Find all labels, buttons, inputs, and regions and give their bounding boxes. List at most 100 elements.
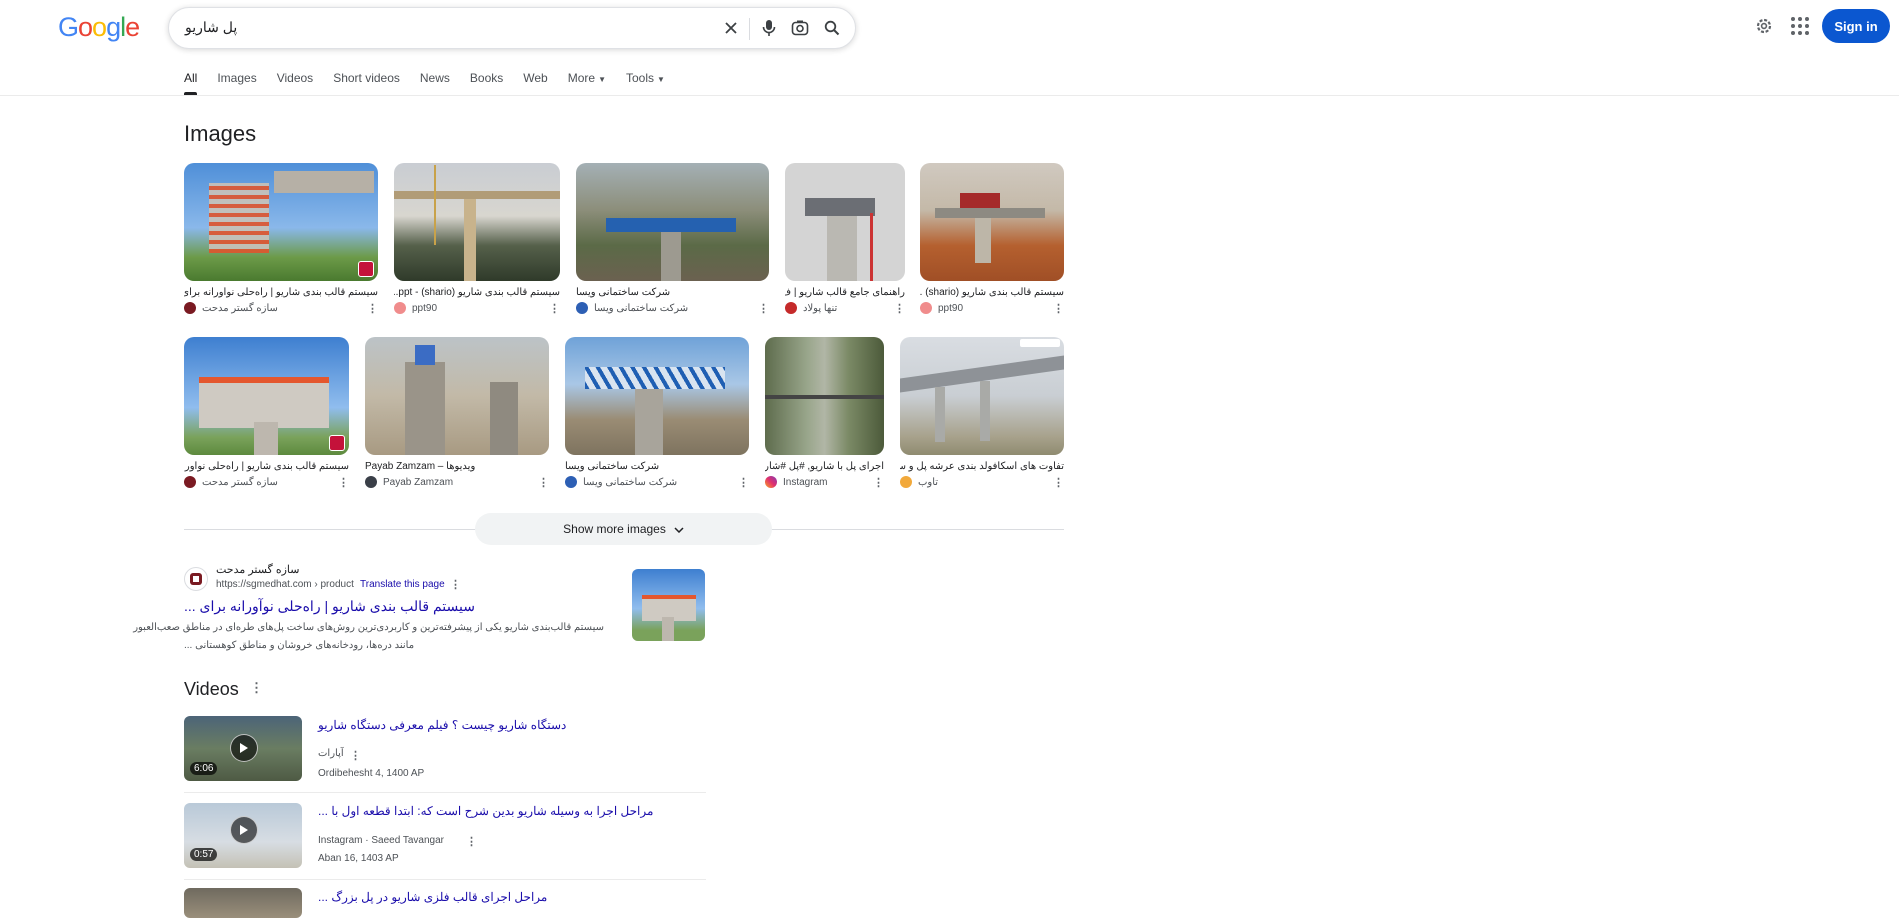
clear-icon[interactable] (719, 16, 743, 40)
result-thumbnail[interactable] (632, 569, 705, 641)
tab-web[interactable]: Web (523, 71, 547, 95)
video-thumbnail[interactable]: 0:57 (184, 803, 302, 868)
image-thumbnail[interactable] (920, 163, 1064, 281)
tab-label: News (419, 71, 450, 85)
logo-letter: e (125, 12, 140, 42)
video-source: Instagram · Saeed Tavangar (318, 835, 445, 846)
more-options-icon[interactable]: ⋮ (738, 476, 749, 489)
image-result[interactable]: سیستم قالب بندی شاریو | راه‌حلی نوآورانه… (184, 337, 349, 489)
more-options-icon[interactable]: ⋮ (367, 302, 378, 315)
tab-more[interactable]: More ▼ (568, 71, 606, 95)
more-options-icon[interactable]: ⋮ (538, 476, 549, 489)
search-tabs: All Images Videos Short videos News Book… (184, 71, 685, 95)
image-result[interactable]: سیستم قالب بندی شاریو (shario) ... ppt90… (920, 163, 1064, 315)
tab-videos[interactable]: Videos (277, 71, 313, 95)
result-url[interactable]: https://sgmedhat.com › product (216, 579, 354, 590)
image-result[interactable]: سیستم قالب بندی شاریو (shario) - ppt... … (394, 163, 560, 315)
tab-books[interactable]: Books (470, 71, 503, 95)
video-title-link[interactable]: مراحل اجرای قالب فلزی شاریو در پل بزرگ .… (318, 890, 547, 904)
more-options-icon[interactable]: ⋮ (1053, 476, 1064, 489)
image-result[interactable]: ویدیوها – Payab Zamzam Payab Zamzam ⋮ (365, 337, 549, 489)
image-thumbnail[interactable] (765, 337, 884, 455)
more-options-icon[interactable]: ⋮ (1053, 302, 1064, 315)
chevron-down-icon: ▼ (598, 75, 606, 84)
tab-all[interactable]: All (184, 71, 198, 95)
tab-short-videos[interactable]: Short videos (333, 71, 400, 95)
image-source: ppt90 ⋮ (920, 302, 1064, 315)
video-thumbnail[interactable]: 6:06 (184, 716, 302, 781)
logo-letter: o (92, 12, 107, 42)
source-badge-icon (329, 435, 345, 451)
image-title: ویدیوها – Payab Zamzam (365, 461, 476, 472)
search-box[interactable]: پل شاریو (168, 7, 856, 49)
source-name: شرکت ساختمانی ویسا (583, 476, 678, 488)
camera-lens-icon[interactable] (788, 16, 812, 40)
image-title: تفاوت های اسکافولد بندی عرشه پل و سیستم.… (900, 461, 1064, 472)
source-name: تاوب (918, 476, 939, 488)
result-snippet: مانند دره‌ها، رودخانه‌های خروشان و مناطق… (184, 640, 415, 651)
more-options-icon[interactable]: ⋮ (758, 302, 769, 315)
image-thumbnail[interactable] (900, 337, 1064, 455)
more-options-icon[interactable]: ⋮ (350, 749, 361, 762)
image-result[interactable]: سیستم قالب بندی شاریو | راه‌حلی نوآورانه… (184, 163, 378, 315)
image-thumbnail[interactable] (394, 163, 560, 281)
video-duration: 0:57 (190, 848, 218, 861)
more-options-icon[interactable]: ⋮ (549, 302, 560, 315)
more-options-icon[interactable]: ⋮ (338, 476, 349, 489)
result-snippet: سیستم قالب‌بندی شاریو یکی از پیشرفته‌تری… (133, 622, 604, 633)
image-title: سیستم قالب بندی شاریو (shario) - ppt... (394, 287, 560, 298)
image-thumbnail[interactable] (184, 163, 378, 281)
video-duration: 6:06 (190, 762, 218, 775)
image-result[interactable]: راهنمای جامع قالب شاریو | ف... تنها پولا… (785, 163, 905, 315)
image-source: ppt90 ⋮ (394, 302, 560, 315)
image-source: Payab Zamzam ⋮ (365, 476, 549, 489)
video-thumbnail[interactable] (184, 888, 302, 918)
more-options-icon[interactable]: ⋮ (873, 476, 884, 489)
translate-link[interactable]: Translate this page (360, 579, 445, 590)
tab-tools[interactable]: Tools ▼ (626, 71, 665, 95)
source-name: ppt90 (412, 302, 438, 314)
search-icon[interactable] (820, 16, 844, 40)
image-title: راهنمای جامع قالب شاریو | ف... (785, 287, 905, 298)
source-name: Instagram (783, 476, 828, 488)
video-title-link[interactable]: دستگاه شاریو چیست ؟ فیلم معرفی دستگاه شا… (318, 718, 566, 732)
more-options-icon[interactable]: ⋮ (466, 835, 477, 848)
show-more-images-button[interactable]: Show more images (475, 513, 772, 545)
image-source: سازه گستر مدحت ⋮ (184, 302, 378, 315)
result-title-link[interactable]: سیستم قالب بندی شاریو | راه‌حلی نوآورانه… (184, 598, 475, 615)
image-result[interactable]: تفاوت های اسکافولد بندی عرشه پل و سیستم.… (900, 337, 1064, 489)
tab-images[interactable]: Images (217, 71, 256, 95)
tab-label: Books (469, 71, 504, 85)
apps-grid-icon[interactable] (1788, 14, 1812, 38)
image-result[interactable]: اجرای پل با شاریو, #پل #شار... Instagram… (765, 337, 884, 489)
microphone-icon[interactable] (757, 16, 781, 40)
search-input[interactable]: پل شاریو (185, 19, 237, 36)
videos-section-title: Videos (184, 679, 239, 699)
tabs-divider (0, 95, 1899, 96)
result-site-name[interactable]: سازه گستر مدحت (216, 563, 299, 576)
tab-label: Short videos (333, 71, 400, 85)
google-logo[interactable]: Google (58, 12, 140, 43)
image-thumbnail[interactable] (565, 337, 749, 455)
tab-news[interactable]: News (420, 71, 450, 95)
image-thumbnail[interactable] (365, 337, 549, 455)
video-title-link[interactable]: مراحل اجرا به وسیله شاریو بدین شرح است ک… (318, 804, 653, 818)
tab-label: Images (217, 71, 257, 85)
image-result[interactable]: شرکت ساختمانی ویسا شرکت ساختمانی ویسا ⋮ (576, 163, 769, 315)
play-icon[interactable] (230, 734, 258, 762)
site-favicon-icon (394, 302, 406, 314)
sign-in-button[interactable]: Sign in (1822, 9, 1890, 43)
settings-gear-icon[interactable] (1752, 14, 1776, 38)
image-thumbnail[interactable] (184, 337, 349, 455)
more-options-icon[interactable]: ⋮ (250, 680, 263, 696)
more-options-icon[interactable]: ⋮ (450, 578, 461, 591)
chevron-down-icon (674, 522, 684, 536)
image-thumbnail[interactable] (785, 163, 905, 281)
play-icon[interactable] (230, 816, 258, 844)
more-options-icon[interactable]: ⋮ (894, 302, 905, 315)
site-favicon-icon[interactable] (184, 567, 208, 591)
image-thumbnail[interactable] (576, 163, 769, 281)
image-title: سیستم قالب بندی شاریو | راه‌حلی نوآورانه… (184, 461, 349, 472)
image-result[interactable]: شرکت ساختمانی ویسا شرکت ساختمانی ویسا ⋮ (565, 337, 749, 489)
video-source: آپارات (318, 748, 344, 759)
